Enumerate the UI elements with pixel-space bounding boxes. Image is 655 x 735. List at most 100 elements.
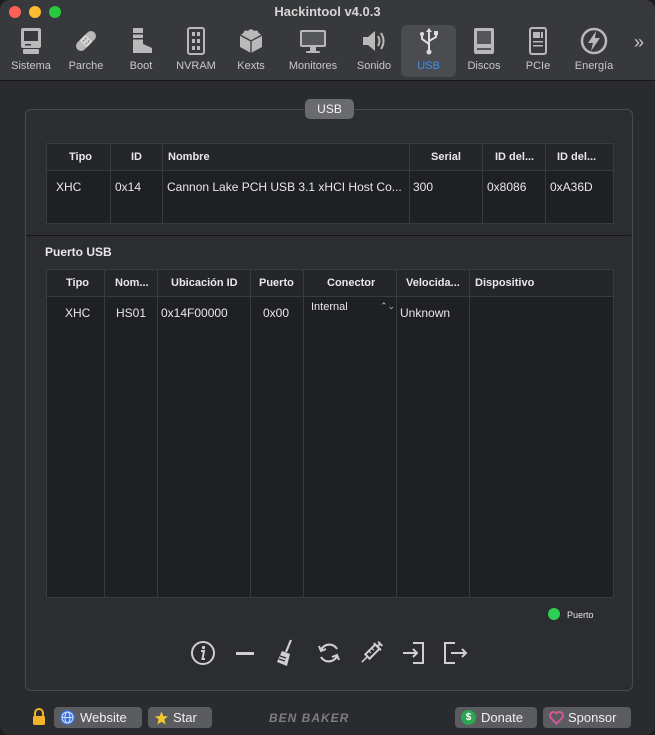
- ports-table[interactable]: Tipo Nom... Ubicación ID Puerto Conector…: [46, 269, 614, 598]
- toolbar-boot[interactable]: Boot: [122, 25, 160, 77]
- sponsor-label: Sponsor: [568, 710, 617, 725]
- section-title-puerto-usb: Puerto USB: [45, 245, 112, 259]
- export-icon: [441, 640, 469, 669]
- toolbar-discos[interactable]: Discos: [462, 25, 506, 77]
- column-header-nombre[interactable]: Nombre: [168, 151, 210, 163]
- toolbar-usb[interactable]: USB: [401, 25, 456, 77]
- monitor-icon: [298, 26, 328, 56]
- remove-button[interactable]: [231, 640, 259, 668]
- globe-icon: [60, 710, 75, 725]
- toolbar-overflow-button[interactable]: »: [634, 32, 644, 53]
- toolbar-pcie[interactable]: PCIe: [520, 25, 556, 77]
- toolbar-label: USB: [417, 60, 440, 72]
- chevron-updown-icon[interactable]: ⌃⌄: [380, 301, 395, 312]
- legend-label: Puerto: [567, 610, 594, 620]
- sponsor-button[interactable]: Sponsor: [543, 707, 631, 728]
- toolbar-monitores[interactable]: Monitores: [284, 25, 342, 77]
- minus-icon: [234, 642, 256, 667]
- speaker-icon: [359, 26, 389, 56]
- table-column: [470, 270, 613, 597]
- column-header-tipo[interactable]: Tipo: [66, 277, 89, 289]
- table-cell: 0x00: [263, 306, 290, 320]
- section-divider: [26, 235, 631, 236]
- usb-icon: [414, 26, 444, 56]
- controllers-table[interactable]: Tipo ID Nombre Serial ID del... ID del..…: [46, 143, 614, 224]
- table-cell: 0x8086: [487, 180, 527, 194]
- power-bolt-icon: [579, 26, 609, 56]
- info-icon: [190, 640, 216, 669]
- table-cell: 300: [413, 180, 434, 194]
- brand-logo: BEN BAKER: [269, 711, 350, 725]
- star-icon: [154, 710, 169, 725]
- column-header-device-id[interactable]: ID del...: [557, 151, 596, 163]
- refresh-icon: [316, 640, 342, 669]
- import-button[interactable]: [400, 640, 428, 668]
- toolbar-energia[interactable]: Energía: [570, 25, 618, 77]
- table-cell: HS01: [116, 306, 147, 320]
- toolbar-kexts[interactable]: Kexts: [232, 25, 270, 77]
- column-header-dispositivo[interactable]: Dispositivo: [475, 277, 534, 289]
- legend-dot-icon: [548, 608, 560, 620]
- column-header-puerto[interactable]: Puerto: [259, 277, 294, 289]
- info-button[interactable]: [189, 640, 217, 668]
- toolbar-nvram[interactable]: NVRAM: [172, 25, 220, 77]
- boot-icon: [126, 26, 156, 56]
- group-title-usb: USB: [305, 99, 354, 119]
- website-button[interactable]: Website: [54, 707, 142, 728]
- table-cell: Cannon Lake PCH USB 3.1 xHCI Host Co...: [167, 180, 402, 194]
- lock-icon[interactable]: [31, 708, 47, 729]
- computer-icon: [16, 26, 46, 56]
- star-button[interactable]: Star: [148, 707, 212, 728]
- refresh-button[interactable]: [315, 640, 343, 668]
- toolbar-label: NVRAM: [176, 60, 216, 72]
- toolbar: Hackintool v4.0.3 Sistema Parche Boot NV…: [0, 0, 655, 81]
- table-cell: 0xA36D: [550, 180, 593, 194]
- column-header-velocidad[interactable]: Velocida...: [406, 277, 460, 289]
- column-header-conector[interactable]: Conector: [327, 277, 375, 289]
- export-button[interactable]: [441, 640, 469, 668]
- toolbar-parche[interactable]: Parche: [64, 25, 108, 77]
- donate-label: Donate: [481, 710, 523, 725]
- column-header-tipo[interactable]: Tipo: [69, 151, 92, 163]
- toolbar-label: Parche: [68, 60, 104, 72]
- table-cell: 0x14: [115, 180, 142, 194]
- column-header-vendor-id[interactable]: ID del...: [495, 151, 534, 163]
- toolbar-sistema[interactable]: Sistema: [8, 25, 54, 77]
- import-icon: [401, 640, 427, 669]
- column-header-id[interactable]: ID: [131, 151, 142, 163]
- table-cell: XHC: [65, 306, 91, 320]
- toolbar-label: Energía: [574, 60, 614, 72]
- injector-icon: [357, 639, 385, 670]
- app-window: Hackintool v4.0.3 Sistema Parche Boot NV…: [0, 0, 655, 735]
- column-header-nombre[interactable]: Nom...: [115, 277, 149, 289]
- connector-select[interactable]: Internal: [311, 301, 348, 313]
- table-column: [304, 270, 397, 597]
- toolbar-label: Sonido: [356, 60, 392, 72]
- memory-chip-icon: [181, 26, 211, 56]
- disk-icon: [469, 26, 499, 56]
- table-cell: 0x14F00000: [161, 306, 228, 320]
- column-header-ubicacion[interactable]: Ubicación ID: [171, 277, 238, 289]
- heart-icon: [549, 710, 564, 725]
- column-header-serial[interactable]: Serial: [431, 151, 461, 163]
- toolbar-label: Discos: [467, 60, 501, 72]
- table-cell: Unknown: [400, 306, 451, 320]
- bandage-icon: [71, 26, 101, 56]
- donate-button[interactable]: $ Donate: [455, 707, 537, 728]
- toolbar-label: Sistema: [11, 60, 51, 72]
- window-title: Hackintool v4.0.3: [274, 4, 381, 19]
- website-label: Website: [80, 710, 127, 725]
- inject-button[interactable]: [357, 640, 385, 668]
- star-label: Star: [173, 710, 197, 725]
- dollar-icon: $: [461, 710, 476, 725]
- toolbar-sonido[interactable]: Sonido: [352, 25, 396, 77]
- table-cell: XHC: [56, 180, 82, 194]
- toolbar-label: Monitores: [288, 60, 338, 72]
- toolbar-label: Kexts: [237, 60, 265, 72]
- pcie-card-icon: [523, 26, 553, 56]
- toolbar-label: PCIe: [525, 60, 551, 72]
- puzzle-icon: [236, 26, 266, 56]
- broom-icon: [273, 639, 299, 670]
- toolbar-label: Boot: [129, 60, 153, 72]
- clear-button[interactable]: [272, 639, 300, 670]
